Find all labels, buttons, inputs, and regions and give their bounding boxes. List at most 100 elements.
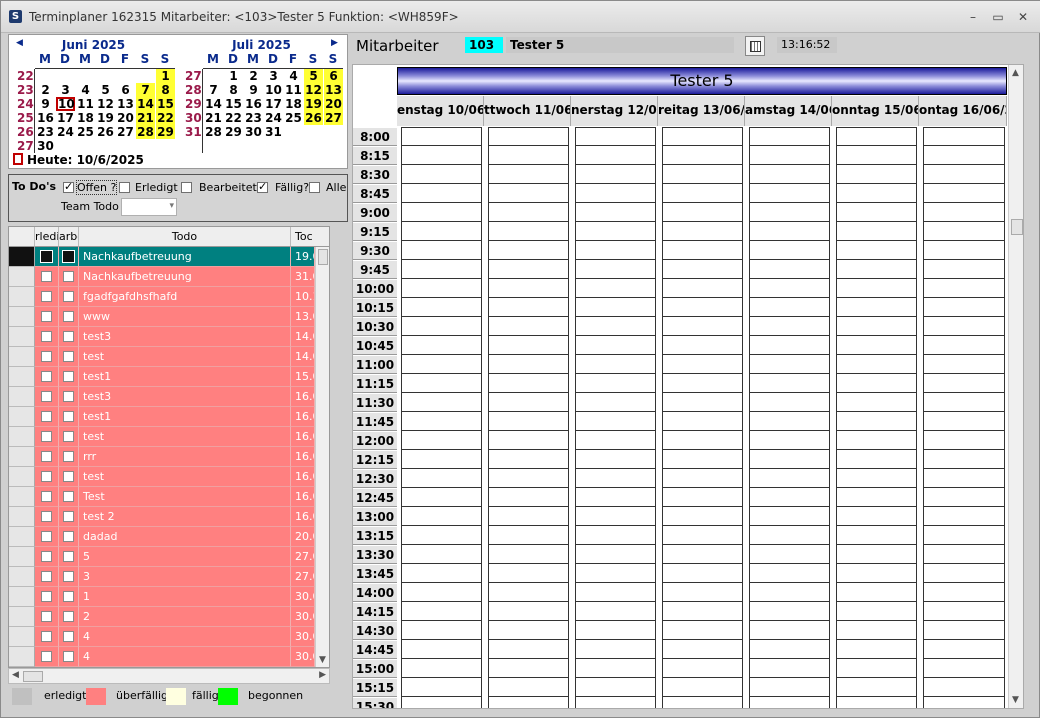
appointment-slot[interactable] bbox=[749, 450, 830, 469]
bearbeitet-checkbox[interactable] bbox=[63, 271, 74, 282]
maximize-button[interactable]: ▭ bbox=[987, 8, 1009, 26]
appointment-slot[interactable] bbox=[401, 355, 482, 374]
calendar-day[interactable]: 14 bbox=[204, 97, 223, 111]
appointment-slot[interactable] bbox=[662, 184, 743, 203]
erledigt-checkbox[interactable] bbox=[41, 551, 52, 562]
appointment-slot[interactable] bbox=[749, 184, 830, 203]
appointment-slot[interactable] bbox=[575, 659, 656, 678]
appointment-slot[interactable] bbox=[575, 640, 656, 659]
appointment-slot[interactable] bbox=[401, 450, 482, 469]
appointment-slot[interactable] bbox=[923, 260, 1005, 279]
appointment-slot[interactable] bbox=[575, 697, 656, 708]
appointment-slot[interactable] bbox=[575, 488, 656, 507]
calendar-day[interactable]: 21 bbox=[136, 111, 155, 125]
appointment-slot[interactable] bbox=[575, 317, 656, 336]
appointment-slot[interactable] bbox=[923, 640, 1005, 659]
appointment-slot[interactable] bbox=[575, 203, 656, 222]
erledigt-checkbox[interactable] bbox=[41, 451, 52, 462]
calendar-day[interactable]: 11 bbox=[284, 83, 303, 97]
appointment-slot[interactable] bbox=[575, 412, 656, 431]
appointment-slot[interactable] bbox=[749, 697, 830, 708]
appointment-slot[interactable] bbox=[662, 412, 743, 431]
appointment-slot[interactable] bbox=[836, 431, 917, 450]
appointment-slot[interactable] bbox=[923, 298, 1005, 317]
appointment-slot[interactable] bbox=[662, 127, 743, 146]
appointment-slot[interactable] bbox=[836, 336, 917, 355]
bearbeitet-checkbox[interactable] bbox=[63, 291, 74, 302]
appointment-slot[interactable] bbox=[662, 355, 743, 374]
appointment-slot[interactable] bbox=[923, 374, 1005, 393]
table-row[interactable]: 327.0 bbox=[9, 567, 329, 587]
appointment-slot[interactable] bbox=[749, 393, 830, 412]
calendar-day[interactable]: 27 bbox=[324, 111, 343, 125]
minimize-button[interactable]: – bbox=[962, 8, 984, 26]
calendar-day[interactable]: 22 bbox=[156, 111, 175, 125]
appointment-slot[interactable] bbox=[923, 621, 1005, 640]
appointment-slot[interactable] bbox=[488, 697, 569, 708]
table-row[interactable]: fgadfgafdhsfhafd10.1 bbox=[9, 287, 329, 307]
day-column-header[interactable]: ttwoch 11/06/2 bbox=[484, 96, 571, 126]
appointment-slot[interactable] bbox=[575, 336, 656, 355]
appointment-slot[interactable] bbox=[401, 393, 482, 412]
calendar-day[interactable]: 7 bbox=[204, 83, 223, 97]
appointment-slot[interactable] bbox=[575, 374, 656, 393]
appointment-slot[interactable] bbox=[923, 146, 1005, 165]
erledigt-checkbox[interactable] bbox=[41, 651, 52, 662]
row-selector[interactable] bbox=[9, 567, 35, 587]
calendar-day[interactable]: 28 bbox=[204, 125, 223, 139]
appointment-slot[interactable] bbox=[662, 583, 743, 602]
calendar-day[interactable]: 16 bbox=[244, 97, 263, 111]
appointment-slot[interactable] bbox=[923, 450, 1005, 469]
appointment-slot[interactable] bbox=[401, 583, 482, 602]
appointment-slot[interactable] bbox=[836, 298, 917, 317]
today-link[interactable]: Heute: 10/6/2025 bbox=[13, 153, 144, 167]
appointment-slot[interactable] bbox=[401, 317, 482, 336]
calendar-day[interactable]: 19 bbox=[304, 97, 323, 111]
appointment-slot[interactable] bbox=[488, 412, 569, 431]
bearbeitet-checkbox[interactable] bbox=[63, 611, 74, 622]
calendar-day[interactable]: 24 bbox=[56, 125, 75, 139]
erledigt-checkbox[interactable] bbox=[41, 351, 52, 362]
appointment-slot[interactable] bbox=[662, 260, 743, 279]
row-selector[interactable] bbox=[9, 447, 35, 467]
calendar-day[interactable]: 16 bbox=[36, 111, 55, 125]
appointment-slot[interactable] bbox=[401, 659, 482, 678]
appointment-slot[interactable] bbox=[488, 241, 569, 260]
appointment-slot[interactable] bbox=[575, 507, 656, 526]
col-header-date[interactable]: Toc bbox=[291, 227, 329, 247]
appointment-slot[interactable] bbox=[923, 184, 1005, 203]
appointment-slot[interactable] bbox=[836, 507, 917, 526]
filter-checkbox-3[interactable] bbox=[257, 180, 268, 193]
calendar-day[interactable]: 31 bbox=[264, 125, 283, 139]
appointment-slot[interactable] bbox=[488, 507, 569, 526]
calendar-day[interactable]: 2 bbox=[244, 69, 263, 83]
day-column-header[interactable]: nerstag 12/06 bbox=[571, 96, 658, 126]
appointment-slot[interactable] bbox=[401, 678, 482, 697]
table-row[interactable]: Test16.0 bbox=[9, 487, 329, 507]
appointment-slot[interactable] bbox=[575, 165, 656, 184]
day-column-header[interactable]: reitag 13/06/2 bbox=[658, 96, 745, 126]
appointment-slot[interactable] bbox=[662, 450, 743, 469]
calendar-day[interactable]: 26 bbox=[304, 111, 323, 125]
appointment-slot[interactable] bbox=[749, 621, 830, 640]
schedule-vertical-scrollbar[interactable]: ▲ ▼ bbox=[1008, 65, 1023, 708]
row-selector[interactable] bbox=[9, 547, 35, 567]
appointment-slot[interactable] bbox=[836, 621, 917, 640]
appointment-slot[interactable] bbox=[923, 507, 1005, 526]
erledigt-checkbox[interactable] bbox=[41, 271, 52, 282]
day-column-header[interactable]: enstag 10/06/2 bbox=[397, 96, 484, 126]
row-selector[interactable] bbox=[9, 407, 35, 427]
table-row[interactable]: test14.0 bbox=[9, 347, 329, 367]
calendar-day[interactable]: 5 bbox=[304, 69, 323, 83]
appointment-slot[interactable] bbox=[923, 678, 1005, 697]
appointment-slot[interactable] bbox=[401, 602, 482, 621]
appointment-slot[interactable] bbox=[488, 678, 569, 697]
appointment-slot[interactable] bbox=[749, 545, 830, 564]
table-row[interactable]: test314.0 bbox=[9, 327, 329, 347]
appointment-slot[interactable] bbox=[923, 241, 1005, 260]
table-row[interactable]: www13.0 bbox=[9, 307, 329, 327]
table-row[interactable]: test116.0 bbox=[9, 407, 329, 427]
bearbeitet-checkbox[interactable] bbox=[63, 651, 74, 662]
table-row[interactable]: rrr16.0 bbox=[9, 447, 329, 467]
appointment-slot[interactable] bbox=[401, 697, 482, 708]
